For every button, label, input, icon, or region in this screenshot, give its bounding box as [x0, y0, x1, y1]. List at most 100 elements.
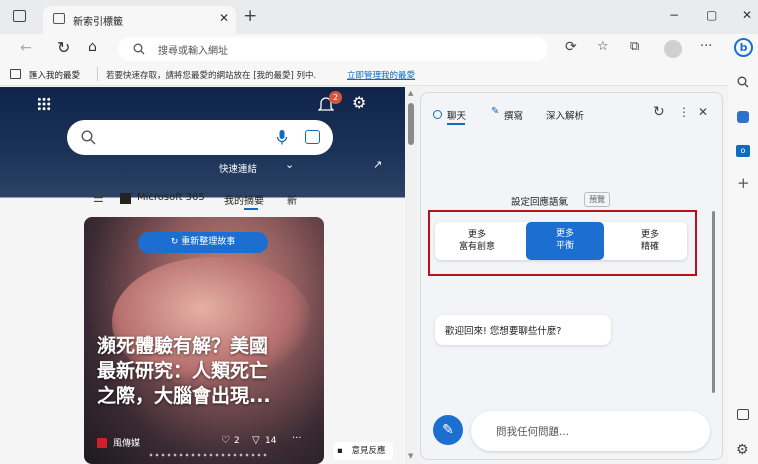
new-topic-button[interactable]: ✎ [433, 415, 463, 445]
news-card[interactable]: ↻ 重新整理故事 瀕死體驗有解？美國 最新研究：人類死亡 之際，大腦會出現...… [84, 217, 324, 464]
close-window-button[interactable]: ✕ [742, 8, 752, 22]
tone-precise-button[interactable]: 更多 精確 [615, 225, 685, 257]
home-button[interactable]: ⌂ [88, 39, 97, 55]
tone-line2: 平衡 [555, 241, 574, 251]
tone-balanced-button[interactable]: 更多 平衡 [526, 222, 604, 260]
microsoft365-icon [120, 193, 131, 204]
like-icon[interactable]: ♡ [221, 435, 230, 446]
back-button[interactable]: ← [20, 40, 32, 56]
refresh-icon[interactable]: ↻ [653, 104, 665, 120]
tone-line2: 精確 [640, 242, 659, 252]
carousel-dots[interactable] [148, 453, 268, 457]
like-count: 2 [234, 436, 240, 446]
chat-scrollbar[interactable] [712, 211, 715, 393]
visual-search-icon[interactable] [305, 130, 320, 144]
chat-input[interactable]: 問我任何問題... [471, 411, 710, 451]
headline-line: 最新研究：人類死亡 [97, 360, 269, 382]
close-pane-icon[interactable]: ✕ [698, 105, 708, 119]
welcome-text: 歡迎回來! 您想要聊些什麼? [445, 326, 562, 337]
feed-nav-myfeed[interactable]: 我的摘要 [224, 192, 264, 207]
search-icon [81, 130, 96, 145]
tone-label: 設定回應語氣 [511, 197, 569, 208]
headline[interactable]: 瀕死體驗有解？美國 最新研究：人類死亡 之際，大腦會出現... [97, 334, 317, 409]
refresh-stories-label: 重新整理故事 [181, 237, 236, 247]
feedback-button[interactable]: ▪ 意見反應 [333, 442, 393, 460]
favbar-divider [97, 67, 98, 81]
browser-tab[interactable]: 新索引標籤 ✕ [43, 6, 236, 34]
tab-close-icon[interactable]: ✕ [219, 11, 229, 25]
refresh-button[interactable]: ↻ [57, 38, 70, 57]
more-options-icon[interactable]: ··· [301, 190, 312, 203]
page-scrollbar[interactable]: ▲ ▼ [405, 87, 417, 464]
web-search-box[interactable] [67, 120, 333, 155]
collections-icon[interactable]: ⧉ [630, 39, 639, 54]
refresh-icon: ↻ [170, 237, 182, 247]
scroll-down-icon[interactable]: ▼ [408, 452, 413, 460]
comment-icon[interactable]: ▽ [252, 435, 260, 446]
feedback-icon: ▪ [337, 446, 343, 456]
outlook-icon[interactable]: o [736, 145, 750, 157]
tone-creative-button[interactable]: 更多 富有創意 [439, 225, 515, 257]
more-options-icon[interactable]: ··· [700, 39, 712, 54]
sidebar-settings-icon[interactable]: ⚙ [736, 442, 749, 458]
scroll-thumb[interactable] [408, 103, 414, 145]
tab-chat[interactable]: 聊天 [447, 108, 466, 122]
headline-line: 瀕死體驗有解？美國 [97, 335, 269, 357]
favorites-icon[interactable]: ☆ [597, 39, 609, 54]
tab-actions-icon[interactable] [13, 10, 26, 22]
source-logo-icon [97, 438, 107, 448]
tab-compose[interactable]: 撰寫 [504, 108, 523, 122]
welcome-message: 歡迎回來! 您想要聊些什麼? [435, 315, 611, 345]
edge-sidebar: b o + ⚙ [728, 34, 758, 464]
import-favorites-link[interactable]: 匯入我的最愛 [29, 69, 80, 81]
quick-links-toggle[interactable]: 快速連結 [219, 161, 257, 175]
headline-line: 之際，大腦會出現... [97, 385, 271, 407]
tone-line1: 更多 [467, 230, 486, 240]
notification-badge: 2 [329, 91, 342, 104]
chat-input-placeholder: 問我任何問題... [496, 426, 570, 438]
more-options-icon[interactable]: ··· [292, 433, 302, 444]
feed-nav-more[interactable]: 新 [287, 192, 297, 207]
tab-chat-underline [447, 123, 465, 125]
tab-insights[interactable]: 深入解析 [546, 108, 584, 122]
newtab-page-icon [53, 13, 65, 24]
minimize-button[interactable]: − [669, 8, 679, 22]
copilot-icon[interactable]: b [734, 38, 753, 57]
source-name[interactable]: 風傳媒 [113, 436, 140, 449]
tone-selector: 更多 富有創意 更多 平衡 更多 精確 [435, 222, 687, 260]
extensions-icon[interactable]: ⟳ [565, 39, 577, 55]
new-tab-page: 2 ⚙ 快速連結 ⌄ ↗ ☰ Microsoft 365 我的摘要 新 ··· … [0, 87, 405, 464]
more-options-icon[interactable]: ⋮ [678, 105, 690, 119]
tone-line2: 富有創意 [458, 242, 495, 252]
feed-nav-ms365[interactable]: Microsoft 365 [137, 192, 205, 203]
add-app-icon[interactable]: + [737, 174, 750, 192]
profile-avatar[interactable] [664, 40, 682, 58]
settings-gear-icon[interactable]: ⚙ [352, 93, 366, 112]
compose-tab-icon: ✎ [491, 106, 500, 117]
hamburger-menu-icon[interactable]: ☰ [93, 191, 104, 205]
expand-icon[interactable]: ↗ [373, 158, 382, 171]
feedback-label: 意見反應 [351, 446, 386, 456]
broom-icon: ✎ [442, 422, 454, 438]
manage-favorites-link[interactable]: 立即管理我的最愛 [347, 69, 415, 81]
chevron-down-icon[interactable]: ⌄ [285, 158, 294, 171]
import-favorites-icon [10, 69, 21, 79]
hide-sidebar-icon[interactable] [737, 409, 749, 420]
search-icon[interactable] [737, 76, 749, 88]
favorites-hint: 若要快速存取，請將您最愛的網站放在 [我的最愛] 列中. [106, 71, 317, 81]
comment-count: 14 [265, 436, 277, 446]
scroll-up-icon[interactable]: ▲ [408, 89, 413, 97]
new-tab-button[interactable]: + [243, 6, 257, 26]
shopping-icon[interactable] [737, 111, 749, 123]
address-bar[interactable]: 搜尋或輸入網址 [118, 37, 548, 61]
search-icon [133, 43, 145, 55]
address-placeholder: 搜尋或輸入網址 [158, 46, 228, 57]
tone-line1: 更多 [640, 230, 659, 240]
refresh-stories-button[interactable]: ↻ 重新整理故事 [138, 232, 268, 253]
app-launcher-icon[interactable] [37, 97, 51, 111]
voice-search-icon[interactable] [276, 129, 288, 146]
favorites-bar: 匯入我的最愛 若要快速存取，請將您最愛的網站放在 [我的最愛] 列中. 立即管理… [0, 64, 758, 86]
tab-title: 新索引標籤 [73, 17, 123, 28]
tone-preview-badge: 預覽 [584, 192, 610, 207]
maximize-button[interactable]: ▢ [706, 8, 717, 22]
